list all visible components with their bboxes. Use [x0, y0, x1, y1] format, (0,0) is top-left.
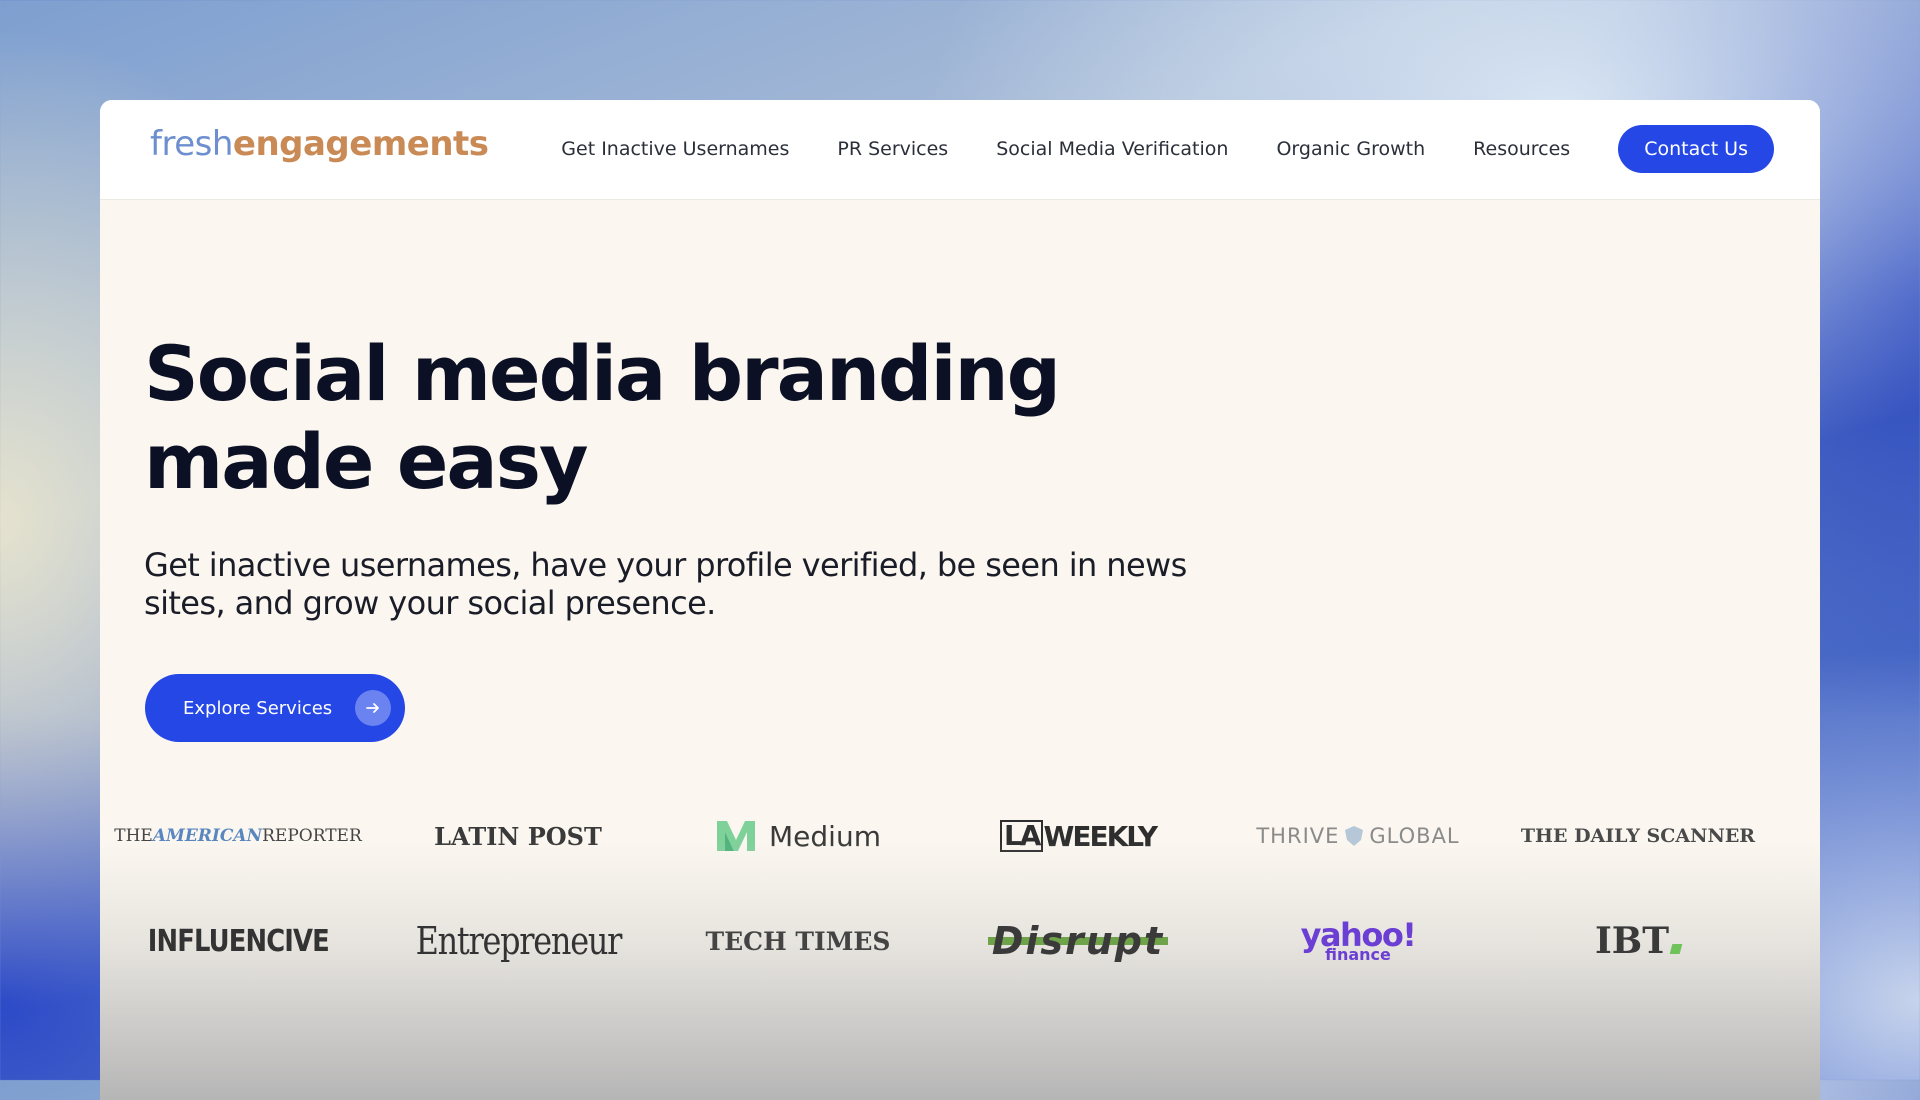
explore-services-button[interactable]: Explore Services [145, 674, 405, 742]
american-reporter-reporter: REPORTER [262, 826, 362, 846]
logo-ibt: IBT [1498, 911, 1778, 971]
influencive-text: INFLUENCIVE [147, 923, 329, 959]
logo-medium: Medium [658, 806, 938, 866]
hero-title-line-1: Social media branding [144, 329, 1061, 418]
la-weekly-weekly: WEEKLY [1043, 819, 1158, 853]
logo-la-weekly: LA WEEKLY [938, 806, 1218, 866]
logo-influencive: INFLUENCIVE [100, 911, 378, 971]
ibt-text: IBT [1594, 920, 1670, 962]
logo-yahoo-finance: yahoo! finance [1218, 911, 1498, 971]
thrive-global-thrive: THRIVE [1256, 824, 1340, 848]
nav-link-pr-services[interactable]: PR Services [837, 138, 948, 160]
la-weekly-la: LA [999, 820, 1044, 852]
medium-text: Medium [769, 819, 881, 853]
tech-times-text: TECH TIMES [705, 926, 891, 956]
explore-services-label: Explore Services [183, 697, 333, 719]
logo-american-reporter: THE AMERICAN REPORTER [100, 806, 378, 866]
site-logo[interactable]: freshengagements [150, 124, 489, 164]
american-reporter-american: AMERICAN [152, 826, 263, 846]
latin-post-text: LATIN POST [434, 821, 602, 851]
hero-subtitle: Get inactive usernames, have your profil… [144, 546, 1187, 622]
contact-us-button[interactable]: Contact Us [1618, 125, 1774, 173]
logo-tech-times: TECH TIMES [658, 911, 938, 971]
hero-title: Social media branding made easy [144, 330, 1244, 506]
nav-link-organic-growth[interactable]: Organic Growth [1276, 138, 1425, 160]
medium-logo-icon [715, 818, 757, 854]
logo-daily-scanner: THE DAILY SCANNER [1498, 806, 1778, 866]
nav-link-resources[interactable]: Resources [1473, 138, 1570, 160]
press-logos-row-2: INFLUENCIVE Entrepreneur TECH TIMES Disr… [100, 911, 1820, 971]
entrepreneur-text: Entrepreneur [415, 919, 622, 963]
press-logos-row-1: THE AMERICAN REPORTER LATIN POST Medium LA… [100, 806, 1820, 866]
nav-link-social-media-verification[interactable]: Social Media Verification [996, 138, 1228, 160]
website-page: freshengagements Get Inactive Usernames … [100, 100, 1820, 1100]
daily-scanner-text: THE DAILY SCANNER [1520, 825, 1756, 847]
ibt-dot [1669, 944, 1683, 954]
arrow-right-icon [355, 690, 391, 726]
finance-text: finance [1325, 945, 1391, 964]
nav-links: Get Inactive Usernames PR Services Socia… [561, 125, 1774, 173]
logo-entrepreneur: Entrepreneur [378, 911, 658, 971]
logo-disrupt: Disrupt [938, 911, 1218, 971]
top-navigation-bar: freshengagements Get Inactive Usernames … [100, 100, 1820, 200]
logo-engagements-text: engagements [232, 124, 489, 164]
nav-link-get-inactive-usernames[interactable]: Get Inactive Usernames [561, 138, 789, 160]
thrive-shield-icon [1344, 825, 1364, 847]
logo-latin-post: LATIN POST [378, 806, 658, 866]
hero-title-line-2: made easy [144, 417, 588, 506]
logo-thrive-global: THRIVE GLOBAL [1218, 806, 1498, 866]
american-reporter-the: THE [114, 826, 153, 846]
thrive-global-global: GLOBAL [1369, 824, 1460, 848]
disrupt-text: Disrupt [991, 919, 1165, 963]
logo-fresh-text: fresh [150, 124, 233, 164]
